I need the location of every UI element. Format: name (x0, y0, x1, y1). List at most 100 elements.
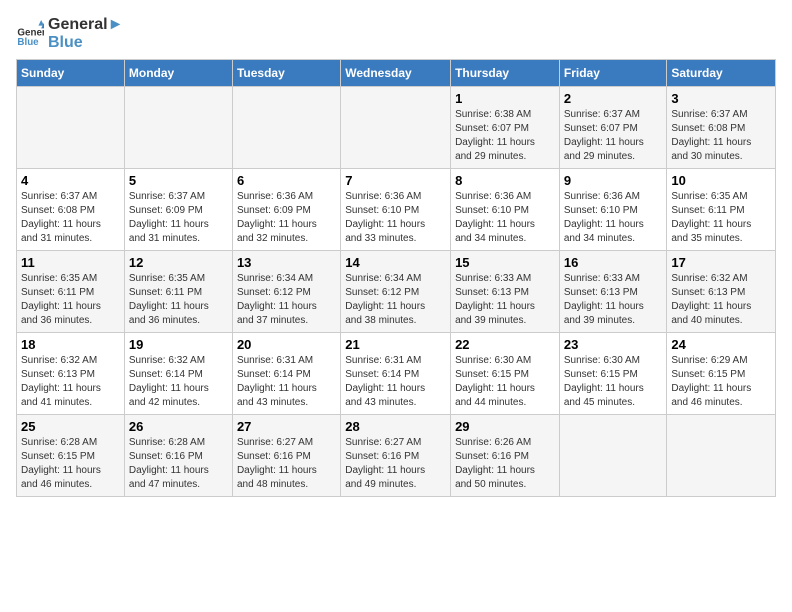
day-info: Sunrise: 6:28 AM Sunset: 6:15 PM Dayligh… (21, 436, 120, 492)
day-number: 1 (455, 91, 555, 106)
day-number: 21 (345, 337, 446, 352)
calendar-cell: 6Sunrise: 6:36 AM Sunset: 6:09 PM Daylig… (232, 169, 340, 251)
day-number: 13 (237, 255, 336, 270)
calendar-cell: 12 Sunrise: 6:35 AM Sunset: 6:11 PM Dayli… (124, 251, 232, 333)
day-info: Sunrise: 6:29 AM Sunset: 6:15 PM Dayligh… (671, 354, 771, 410)
day-info: Sunrise: 6:33 AM Sunset: 6:13 PM Dayligh… (564, 272, 663, 328)
day-number: 4 (21, 173, 120, 188)
day-info: Sunrise: 6:32 AM Sunset: 6:14 PM Dayligh… (129, 354, 228, 410)
calendar-cell (232, 87, 340, 169)
calendar-cell: 15 Sunrise: 6:33 AM Sunset: 6:13 PM Dayli… (451, 251, 560, 333)
calendar-cell: 4 Sunrise: 6:37 AM Sunset: 6:08 PM Daylig… (17, 169, 125, 251)
calendar-cell: 11Sunrise: 6:35 AM Sunset: 6:11 PM Dayli… (17, 251, 125, 333)
day-info: Sunrise: 6:38 AM Sunset: 6:07 PM Dayligh… (455, 108, 555, 164)
svg-text:Blue: Blue (17, 37, 39, 48)
calendar-cell: 26 Sunrise: 6:28 AM Sunset: 6:16 PM Dayli… (124, 415, 232, 497)
day-info: Sunrise: 6:37 AM Sunset: 6:08 PM Dayligh… (671, 108, 771, 164)
day-info: Sunrise: 6:32 AM Sunset: 6:13 PM Dayligh… (671, 272, 771, 328)
day-info: Sunrise: 6:27 AM Sunset: 6:16 PM Dayligh… (237, 436, 336, 492)
day-number: 18 (21, 337, 120, 352)
day-number: 20 (237, 337, 336, 352)
calendar-cell: 24 Sunrise: 6:29 AM Sunset: 6:15 PM Dayli… (667, 333, 776, 415)
day-number: 24 (671, 337, 771, 352)
calendar-cell (17, 87, 125, 169)
calendar-cell: 8 Sunrise: 6:36 AM Sunset: 6:10 PM Daylig… (451, 169, 560, 251)
calendar-cell: 14 Sunrise: 6:34 AM Sunset: 6:12 PM Dayli… (341, 251, 451, 333)
week-row-5: 25 Sunrise: 6:28 AM Sunset: 6:15 PM Dayli… (17, 415, 776, 497)
calendar-cell: 25 Sunrise: 6:28 AM Sunset: 6:15 PM Dayli… (17, 415, 125, 497)
calendar-cell: 28 Sunrise: 6:27 AM Sunset: 6:16 PM Dayli… (341, 415, 451, 497)
calendar-cell: 29 Sunrise: 6:26 AM Sunset: 6:16 PM Dayli… (451, 415, 560, 497)
day-number: 8 (455, 173, 555, 188)
day-info: Sunrise: 6:31 AM Sunset: 6:14 PM Dayligh… (345, 354, 446, 410)
day-info: Sunrise: 6:34 AM Sunset: 6:12 PM Dayligh… (237, 272, 336, 328)
day-info: Sunrise: 6:36 AM Sunset: 6:10 PM Dayligh… (455, 190, 555, 246)
day-info: Sunrise: 6:31 AM Sunset: 6:14 PM Dayligh… (237, 354, 336, 410)
calendar-table: SundayMondayTuesdayWednesdayThursdayFrid… (16, 59, 776, 497)
day-number: 16 (564, 255, 663, 270)
day-number: 26 (129, 419, 228, 434)
calendar-cell: 19 Sunrise: 6:32 AM Sunset: 6:14 PM Dayli… (124, 333, 232, 415)
day-number: 29 (455, 419, 555, 434)
calendar-cell: 13 Sunrise: 6:34 AM Sunset: 6:12 PM Dayli… (232, 251, 340, 333)
day-info: Sunrise: 6:34 AM Sunset: 6:12 PM Dayligh… (345, 272, 446, 328)
header-wednesday: Wednesday (341, 60, 451, 87)
calendar-cell: 9 Sunrise: 6:36 AM Sunset: 6:10 PM Daylig… (559, 169, 667, 251)
day-number: 14 (345, 255, 446, 270)
week-row-2: 4 Sunrise: 6:37 AM Sunset: 6:08 PM Daylig… (17, 169, 776, 251)
day-info: Sunrise: 6:37 AM Sunset: 6:09 PM Dayligh… (129, 190, 228, 246)
day-number: 9 (564, 173, 663, 188)
header-monday: Monday (124, 60, 232, 87)
header-sunday: Sunday (17, 60, 125, 87)
calendar-cell: 22 Sunrise: 6:30 AM Sunset: 6:15 PM Dayli… (451, 333, 560, 415)
header-tuesday: Tuesday (232, 60, 340, 87)
week-row-1: 1 Sunrise: 6:38 AM Sunset: 6:07 PM Daylig… (17, 87, 776, 169)
day-info: Sunrise: 6:26 AM Sunset: 6:16 PM Dayligh… (455, 436, 555, 492)
calendar-cell: 16 Sunrise: 6:33 AM Sunset: 6:13 PM Dayli… (559, 251, 667, 333)
day-number: 28 (345, 419, 446, 434)
day-number: 11 (21, 255, 120, 270)
calendar-cell: 27 Sunrise: 6:27 AM Sunset: 6:16 PM Dayli… (232, 415, 340, 497)
calendar-cell: 1 Sunrise: 6:38 AM Sunset: 6:07 PM Daylig… (451, 87, 560, 169)
calendar-cell (341, 87, 451, 169)
day-info: Sunrise: 6:32 AM Sunset: 6:13 PM Dayligh… (21, 354, 120, 410)
day-info: Sunrise: 6:36 AM Sunset: 6:09 PM Dayligh… (237, 190, 336, 246)
day-number: 19 (129, 337, 228, 352)
calendar-cell: 23 Sunrise: 6:30 AM Sunset: 6:15 PM Dayli… (559, 333, 667, 415)
day-number: 12 (129, 255, 228, 270)
day-info: Sunrise: 6:36 AM Sunset: 6:10 PM Dayligh… (345, 190, 446, 246)
calendar-cell: 3Sunrise: 6:37 AM Sunset: 6:08 PM Daylig… (667, 87, 776, 169)
day-info: Sunrise: 6:36 AM Sunset: 6:10 PM Dayligh… (564, 190, 663, 246)
day-number: 17 (671, 255, 771, 270)
week-row-3: 11 Sunrise: 6:35 AM Sunset: 6:11 PM Dayli… (17, 251, 776, 333)
day-info: Sunrise: 6:37 AM Sunset: 6:08 PM Dayligh… (21, 190, 120, 246)
calendar-cell: 17 Sunrise: 6:32 AM Sunset: 6:13 PM Dayli… (667, 251, 776, 333)
calendar-cell: 7 Sunrise: 6:36 AM Sunset: 6:10 PM Daylig… (341, 169, 451, 251)
day-info: Sunrise: 6:30 AM Sunset: 6:15 PM Dayligh… (455, 354, 555, 410)
day-info: Sunrise: 6:30 AM Sunset: 6:15 PM Dayligh… (564, 354, 663, 410)
calendar-cell (124, 87, 232, 169)
calendar-cell (667, 415, 776, 497)
day-info: Sunrise: 6:35 AM Sunset: 6:11 PM Dayligh… (129, 272, 228, 328)
day-info: Sunrise: 6:35 AM Sunset: 6:11 PM Dayligh… (671, 190, 771, 246)
day-number: 10 (671, 173, 771, 188)
header-thursday: Thursday (451, 60, 560, 87)
calendar-cell: 21 Sunrise: 6:31 AM Sunset: 6:14 PM Dayli… (341, 333, 451, 415)
day-number: 22 (455, 337, 555, 352)
day-number: 25 (21, 419, 120, 434)
day-info: Sunrise: 6:28 AM Sunset: 6:16 PM Dayligh… (129, 436, 228, 492)
day-number: 7 (345, 173, 446, 188)
header-friday: Friday (559, 60, 667, 87)
day-number: 2 (564, 91, 663, 106)
day-number: 27 (237, 419, 336, 434)
page-header: General Blue General► Blue (16, 16, 776, 51)
day-info: Sunrise: 6:27 AM Sunset: 6:16 PM Dayligh… (345, 436, 446, 492)
calendar-cell: 20 Sunrise: 6:31 AM Sunset: 6:14 PM Dayli… (232, 333, 340, 415)
logo: General Blue General► Blue (16, 16, 123, 51)
day-number: 5 (129, 173, 228, 188)
day-number: 15 (455, 255, 555, 270)
day-number: 23 (564, 337, 663, 352)
day-info: Sunrise: 6:33 AM Sunset: 6:13 PM Dayligh… (455, 272, 555, 328)
calendar-cell: 18 Sunrise: 6:32 AM Sunset: 6:13 PM Dayli… (17, 333, 125, 415)
calendar-cell: 10 Sunrise: 6:35 AM Sunset: 6:11 PM Dayli… (667, 169, 776, 251)
